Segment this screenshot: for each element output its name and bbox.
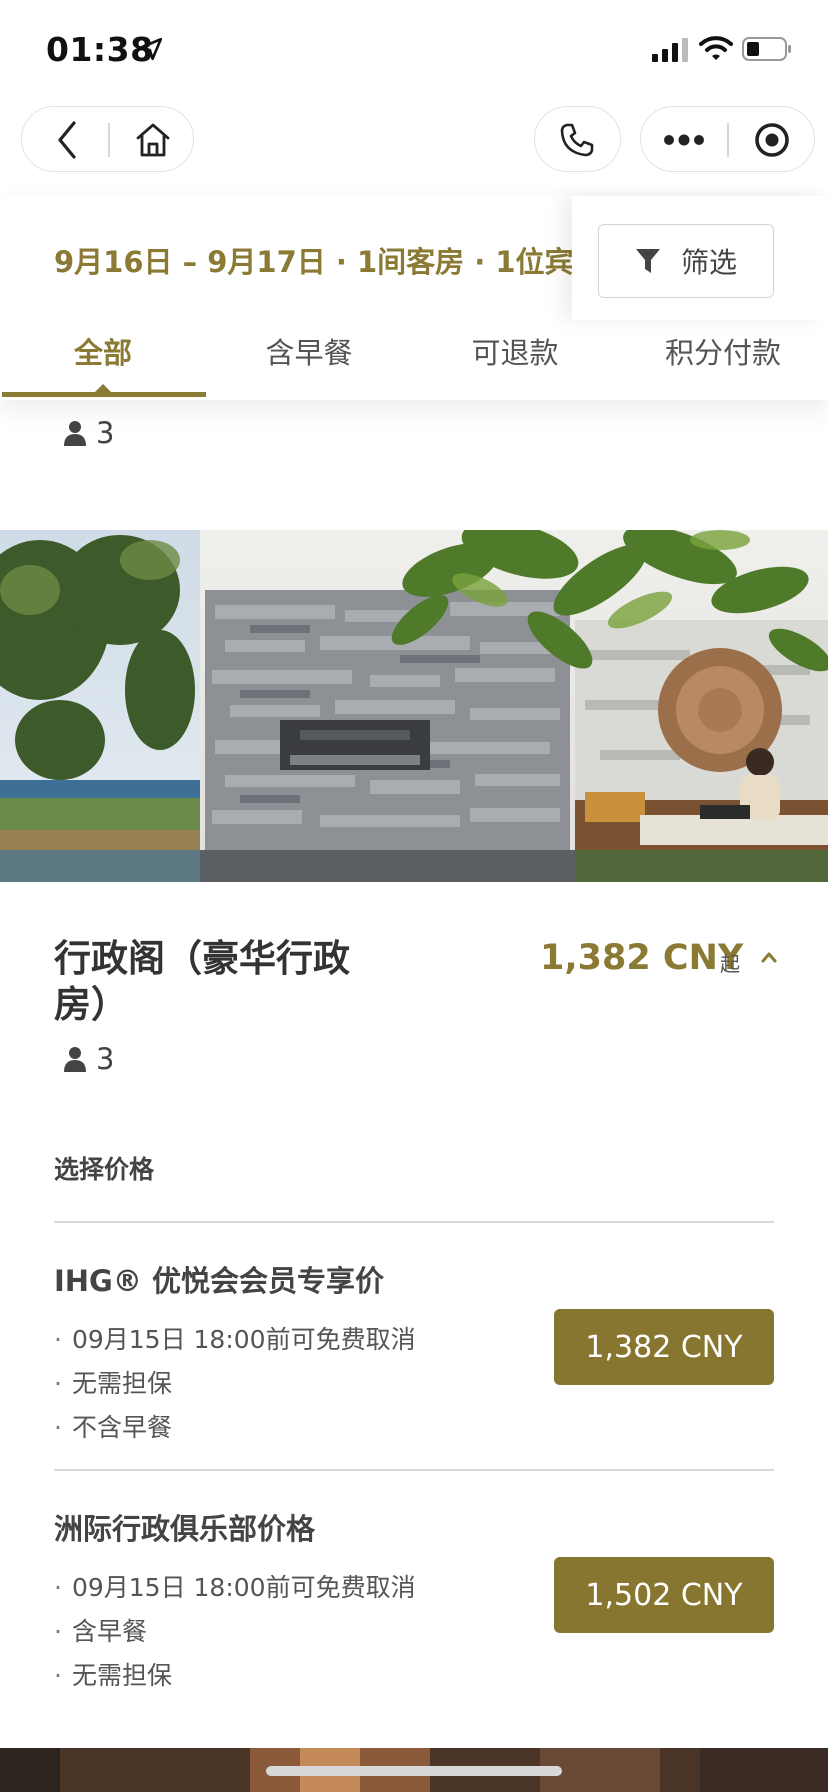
- divider: [54, 1469, 774, 1471]
- book-rate-button[interactable]: 1,502 CNY: [554, 1557, 774, 1633]
- more-button[interactable]: [649, 107, 719, 173]
- target-icon: [755, 123, 789, 157]
- home-icon: [136, 123, 170, 157]
- home-button[interactable]: [120, 107, 186, 173]
- capsule-divider: [727, 123, 729, 157]
- back-button[interactable]: [36, 107, 98, 173]
- rate-detail: · 无需担保: [54, 1661, 172, 1690]
- filter-wrapper: 筛选: [572, 196, 828, 320]
- back-icon: [58, 121, 76, 159]
- rate-title: 洲际行政俱乐部价格: [54, 1512, 316, 1546]
- filter-funnel-icon: [635, 249, 660, 273]
- previous-room-occupancy-count: 3: [96, 416, 115, 450]
- tab-points[interactable]: 积分付款: [618, 320, 828, 400]
- phone-button[interactable]: [534, 106, 621, 172]
- status-bar: 01:38: [0, 0, 828, 100]
- room-photo[interactable]: [0, 530, 828, 882]
- person-icon: [64, 421, 86, 446]
- rate-detail: · 不含早餐: [54, 1413, 172, 1442]
- rate-title: IHG® 优悦会会员专享价: [54, 1264, 384, 1298]
- booking-header: 9月16日 – 9月17日 · 1间客房 · 1位宾客 筛选 全部 含早餐 可退…: [0, 196, 828, 400]
- signal-icon: [652, 38, 688, 62]
- room-name: 行政阁（豪华行政房）: [54, 937, 350, 1026]
- tab-breakfast[interactable]: 含早餐: [206, 320, 412, 400]
- filter-label: 筛选: [680, 246, 737, 279]
- nav-capsule-right: [640, 106, 815, 172]
- capsule-divider: [108, 123, 110, 157]
- room-price-from[interactable]: 1,382 CNY: [540, 938, 743, 978]
- room-photo-illustration: [0, 530, 828, 882]
- location-arrow-icon: [139, 37, 163, 61]
- phone-icon: [560, 123, 594, 157]
- rate-option: IHG® 优悦会会员专享价 · 09月15日 18:00前可免费取消 · 无需担保 …: [54, 1258, 774, 1448]
- chevron-up-icon[interactable]: [760, 950, 778, 964]
- filter-button[interactable]: 筛选: [598, 224, 774, 298]
- stay-summary[interactable]: 9月16日 – 9月17日 · 1间客房 · 1位宾客: [54, 239, 603, 281]
- room-occupancy-count: 3: [96, 1042, 115, 1076]
- battery-icon: [742, 37, 791, 61]
- active-tab-caret-icon: [94, 384, 112, 393]
- close-miniprogram-button[interactable]: [737, 107, 807, 173]
- more-icon: [664, 134, 704, 146]
- rate-option: 洲际行政俱乐部价格 · 09月15日 18:00前可免费取消 · 含早餐 · 无需担保…: [54, 1506, 774, 1696]
- previous-room-occupancy: 3: [64, 416, 114, 450]
- room-price-from-suffix: 起: [720, 952, 740, 976]
- person-icon: [64, 1047, 86, 1072]
- rate-tabs: 全部 含早餐 可退款 积分付款: [0, 320, 828, 400]
- nav-capsule-left: [21, 106, 194, 172]
- select-price-label: 选择价格: [54, 1155, 155, 1184]
- book-rate-button[interactable]: 1,382 CNY: [554, 1309, 774, 1385]
- divider: [54, 1221, 774, 1223]
- room-occupancy: 3: [64, 1042, 114, 1076]
- tab-refundable[interactable]: 可退款: [412, 320, 618, 400]
- wifi-icon: [699, 36, 733, 60]
- home-indicator: [266, 1766, 562, 1776]
